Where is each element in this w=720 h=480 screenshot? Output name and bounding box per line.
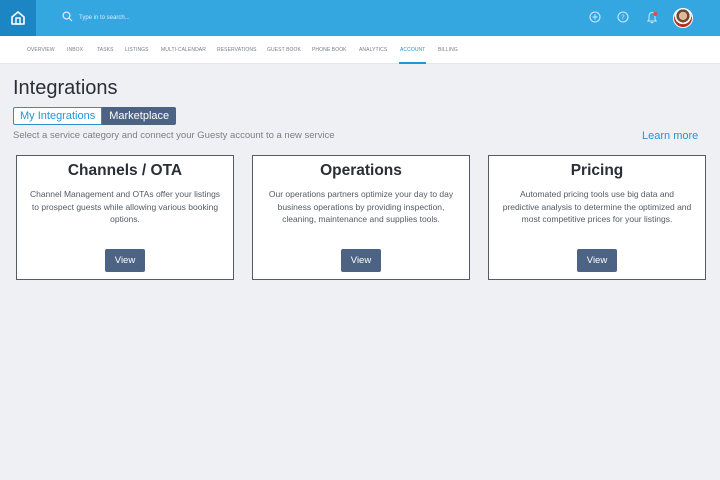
integrations-view-toggle: My Integrations Marketplace <box>13 107 177 125</box>
card-operations: Operations Our operations partners optim… <box>252 155 470 280</box>
nav-item-reservations[interactable]: RESERVATIONS <box>217 47 257 53</box>
tab-marketplace[interactable]: Marketplace <box>102 107 177 125</box>
active-tab-indicator <box>399 62 426 64</box>
view-channels-button[interactable]: View <box>105 249 145 272</box>
nav-item-guest-book[interactable]: GUEST BOOK <box>267 47 301 53</box>
search-input[interactable]: Type in to search... <box>62 10 130 26</box>
page-title: Integrations <box>13 77 118 99</box>
learn-more-link[interactable]: Learn more <box>642 130 698 142</box>
card-title: Channels / OTA <box>67 162 183 179</box>
plus-circle-icon[interactable] <box>588 10 602 24</box>
tab-my-integrations[interactable]: My Integrations <box>13 107 103 125</box>
card-description: Channel Management and OTAs offer your l… <box>29 189 221 224</box>
svg-text:?: ? <box>621 14 625 22</box>
card-title: Operations <box>320 162 402 179</box>
search-icon <box>62 9 73 27</box>
user-avatar[interactable] <box>673 8 693 28</box>
nav-item-phone-book[interactable]: PHONE BOOK <box>312 47 347 53</box>
card-channels-ota: Channels / OTA Channel Management and OT… <box>16 155 234 280</box>
nav-item-analytics[interactable]: ANALYTICS <box>359 47 387 53</box>
nav-item-overview[interactable]: OVERVIEW <box>27 47 55 53</box>
nav-item-multi-calendar[interactable]: MULTI-CALENDAR <box>161 47 206 53</box>
help-circle-icon[interactable]: ? <box>616 10 630 24</box>
nav-item-inbox[interactable]: INBOX <box>67 47 83 53</box>
view-operations-button[interactable]: View <box>341 249 381 272</box>
nav-item-account[interactable]: ACCOUNT <box>400 47 425 53</box>
top-bar: Type in to search... ? <box>0 0 720 36</box>
page-subtitle: Select a service category and connect yo… <box>13 130 335 141</box>
search-placeholder: Type in to search... <box>79 15 130 21</box>
nav-item-listings[interactable]: LISTINGS <box>125 47 149 53</box>
home-logo-icon[interactable] <box>0 0 36 36</box>
nav-item-billing[interactable]: BILLING <box>438 47 458 53</box>
view-pricing-button[interactable]: View <box>577 249 617 272</box>
nav-item-tasks[interactable]: TASKS <box>97 47 114 53</box>
card-title: Pricing <box>570 162 624 179</box>
card-description: Automated pricing tools use big data and… <box>502 189 692 224</box>
card-description: Our operations partners optimize your da… <box>268 189 454 224</box>
notification-bell-icon[interactable] <box>645 10 659 24</box>
main-nav: OVERVIEW INBOX TASKS LISTINGS MULTI-CALE… <box>0 36 720 64</box>
card-pricing: Pricing Automated pricing tools use big … <box>488 155 706 280</box>
